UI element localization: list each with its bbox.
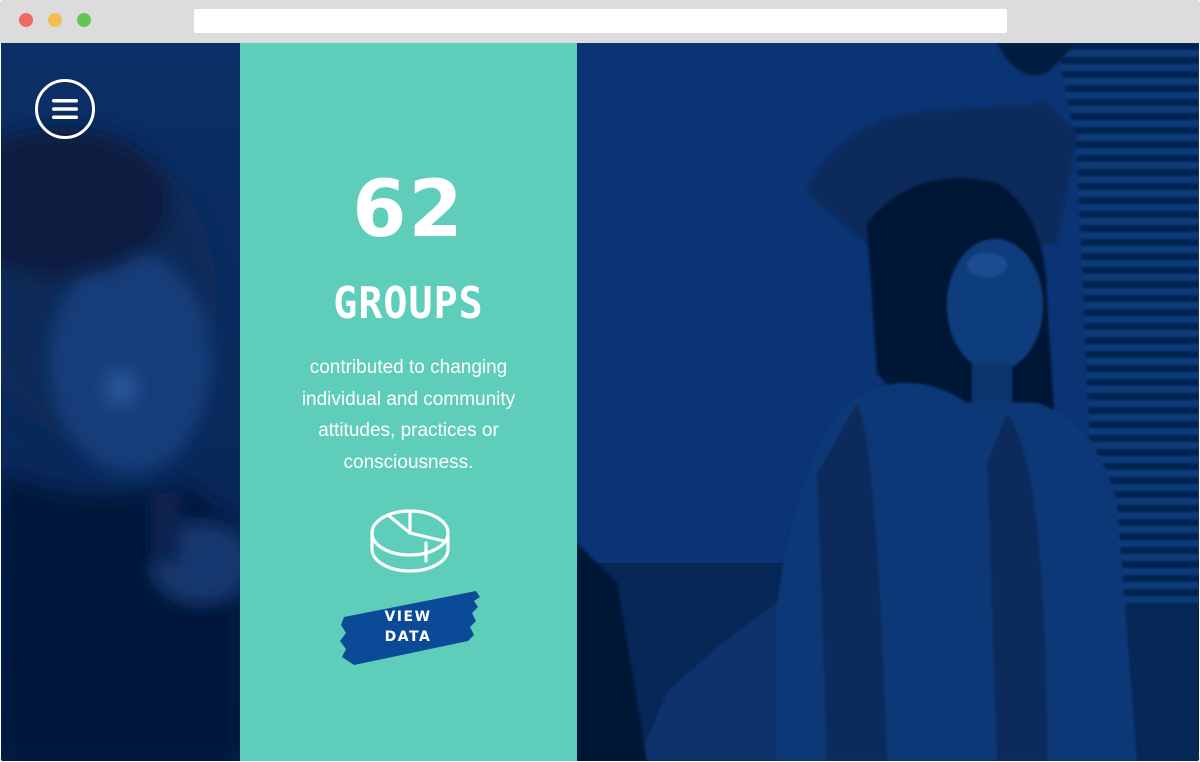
minimize-window-button[interactable] bbox=[48, 13, 62, 27]
close-window-button[interactable] bbox=[19, 13, 33, 27]
browser-window: 62 GROUPS contributed to changing indivi… bbox=[0, 0, 1200, 762]
hamburger-menu-icon bbox=[52, 99, 78, 119]
page-viewport: 62 GROUPS contributed to changing indivi… bbox=[1, 43, 1199, 761]
stat-panel: 62 GROUPS contributed to changing indivi… bbox=[240, 43, 577, 761]
blurred-person-silhouette bbox=[1, 128, 240, 761]
stat-label: GROUPS bbox=[333, 279, 484, 329]
view-data-label: VIEW DATA bbox=[358, 607, 458, 647]
maximize-window-button[interactable] bbox=[77, 13, 91, 27]
stat-description: contributed to changing individual and c… bbox=[301, 357, 516, 473]
view-data-button[interactable]: VIEW DATA bbox=[338, 587, 484, 667]
people-photo-illustration bbox=[577, 43, 1199, 761]
address-bar[interactable] bbox=[194, 9, 1007, 33]
pie-chart-icon bbox=[370, 509, 450, 573]
menu-button[interactable] bbox=[35, 79, 95, 139]
view-data-label-line2: DATA bbox=[384, 629, 432, 645]
background-photo-right bbox=[577, 43, 1199, 761]
stat-number: 62 bbox=[352, 165, 465, 255]
background-photo-left bbox=[1, 43, 240, 761]
browser-toolbar bbox=[0, 0, 1200, 43]
view-data-label-line1: VIEW bbox=[384, 609, 432, 625]
